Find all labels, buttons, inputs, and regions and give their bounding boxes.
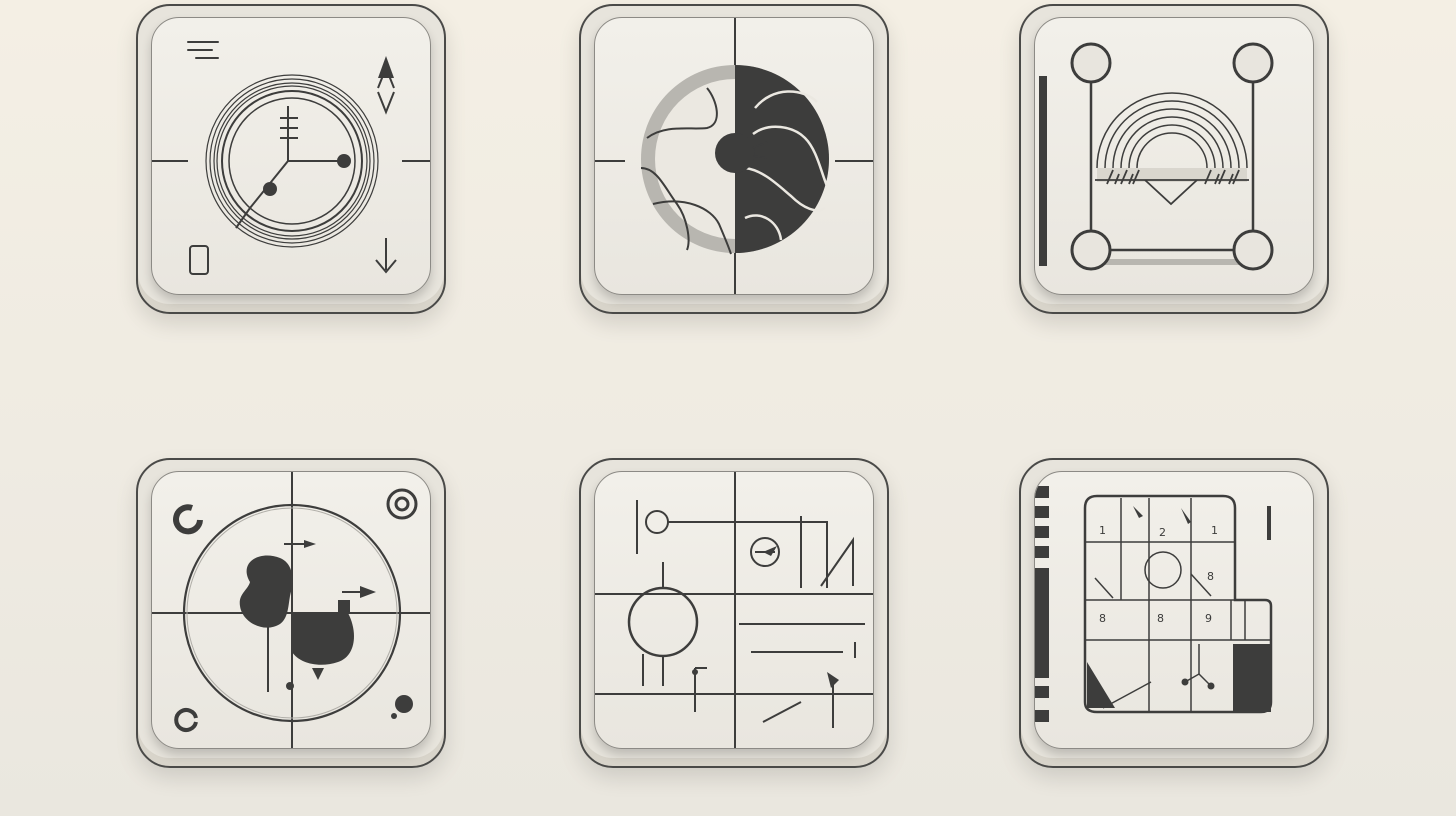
tile-face: [151, 17, 431, 295]
crosshair-shape-icon: [152, 472, 430, 748]
tile-face: [151, 471, 431, 749]
arch-frame-tile[interactable]: [1019, 4, 1329, 314]
tile-face: [594, 17, 874, 295]
tile-face: 1 2 1 8 8 8 9: [1034, 471, 1314, 749]
tile-face: [594, 471, 874, 749]
grid-label: 2: [1159, 526, 1166, 539]
globe-map-tile[interactable]: [579, 4, 889, 314]
grid-label: 8: [1207, 570, 1214, 583]
circuit-grid-tile[interactable]: [579, 458, 889, 768]
tile-face: [1034, 17, 1314, 295]
globe-map-icon: [595, 18, 873, 294]
number-grid-icon: 1 2 1 8 8 8 9: [1035, 486, 1273, 722]
number-grid-tile[interactable]: 1 2 1 8 8 8 9: [1019, 458, 1329, 768]
arch-frame-icon: [1039, 42, 1274, 271]
grid-label: 1: [1099, 524, 1106, 537]
crosshair-shape-tile[interactable]: [136, 458, 446, 768]
clock-compass-icon: [152, 41, 430, 275]
grid-label: 8: [1157, 612, 1164, 625]
grid-label: 9: [1205, 612, 1212, 625]
clock-compass-tile[interactable]: [136, 4, 446, 314]
grid-label: 1: [1211, 524, 1218, 537]
grid-label: 8: [1099, 612, 1106, 625]
circuit-grid-icon: [595, 472, 873, 748]
